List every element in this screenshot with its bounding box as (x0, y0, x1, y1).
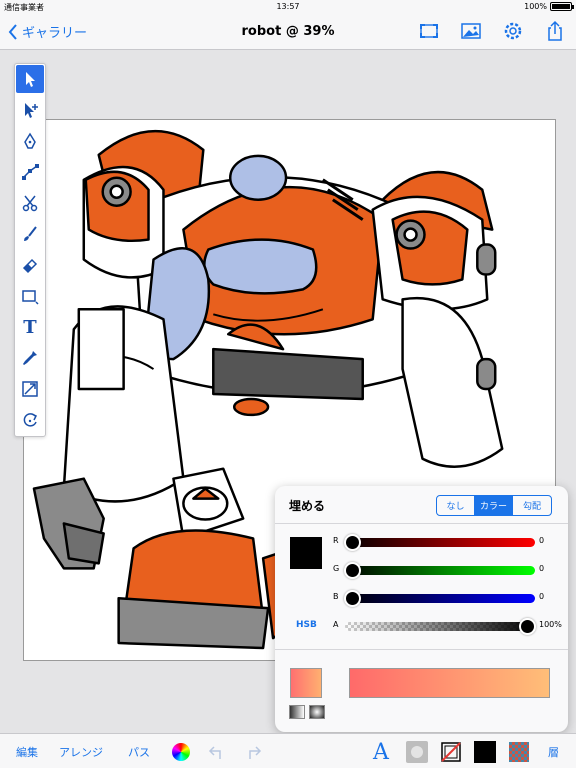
alpha-slider-track[interactable] (345, 622, 535, 631)
alpha-slider-value: 100% (539, 620, 562, 629)
red-slider-knob[interactable] (344, 534, 361, 551)
red-slider-track[interactable] (345, 538, 535, 547)
text-tool-glyph: T (23, 316, 37, 338)
arrange-menu-button[interactable]: アレンジ (59, 744, 103, 760)
radial-gradient-icon[interactable] (309, 705, 325, 719)
green-slider-knob[interactable] (344, 562, 361, 579)
green-slider[interactable]: G 0 (333, 562, 559, 579)
path-menu-button[interactable]: パス (128, 744, 150, 760)
battery-icon (550, 2, 574, 11)
fit-screen-icon[interactable] (418, 20, 440, 42)
fill-panel: 埋める なし カラー 勾配 R 0 G 0 B 0 A 100% HSB (275, 486, 568, 732)
back-button[interactable]: ギャラリー (8, 22, 87, 41)
redo-icon[interactable] (240, 739, 266, 765)
blue-slider-track[interactable] (345, 594, 535, 603)
linear-gradient-icon[interactable] (289, 705, 305, 719)
pen-icon[interactable] (16, 127, 44, 155)
undo-icon[interactable] (204, 739, 230, 765)
color-swatch[interactable] (290, 537, 322, 569)
red-slider[interactable]: R 0 (333, 534, 559, 551)
pattern-icon[interactable] (506, 739, 532, 765)
scissors-icon[interactable] (16, 189, 44, 217)
blue-slider-label: B (333, 592, 339, 601)
red-slider-label: R (333, 536, 339, 545)
fill-panel-title: 埋める (289, 499, 326, 513)
status-bar: 通信事業者 13:57 100% (0, 0, 576, 14)
edit-menu-button[interactable]: 編集 (16, 744, 38, 760)
navigation-bar: ギャラリー robot @ 39% (0, 14, 576, 50)
image-icon[interactable] (460, 20, 482, 42)
eyedropper-icon[interactable] (16, 344, 44, 372)
text-style-icon[interactable]: A (368, 739, 394, 765)
blue-slider-knob[interactable] (344, 590, 361, 607)
red-slider-value: 0 (539, 536, 545, 545)
layers-button[interactable]: 層 (548, 744, 559, 760)
hsb-mode-button[interactable]: HSB (296, 620, 317, 630)
fill-mode-segmented-control: なし カラー 勾配 (436, 495, 552, 516)
shape-rectangle-icon[interactable] (16, 282, 44, 310)
rotate-icon[interactable] (16, 406, 44, 434)
selection-arrow-icon[interactable] (16, 65, 44, 93)
fill-mode-gradient[interactable]: 勾配 (513, 496, 551, 515)
eraser-icon[interactable] (16, 251, 44, 279)
color-wheel-icon[interactable] (168, 739, 194, 765)
status-time: 13:57 (276, 2, 300, 11)
fill-panel-header: 埋める なし カラー 勾配 (275, 486, 568, 524)
blue-slider[interactable]: B 0 (333, 590, 559, 607)
panel-divider (275, 649, 568, 650)
green-slider-label: G (333, 564, 340, 573)
fill-mode-color[interactable]: カラー (475, 496, 513, 515)
alpha-slider[interactable]: A 100% (333, 618, 562, 635)
tool-palette: T (14, 63, 46, 437)
green-slider-track[interactable] (345, 566, 535, 575)
node-edit-icon[interactable] (16, 158, 44, 186)
brush-icon[interactable] (16, 220, 44, 248)
chevron-left-icon (8, 23, 17, 40)
share-icon[interactable] (544, 20, 566, 42)
direct-selection-icon[interactable] (16, 96, 44, 124)
battery-percent: 100% (524, 2, 547, 11)
fill-color-icon[interactable] (472, 739, 498, 765)
fill-mode-none[interactable]: なし (437, 496, 475, 515)
stroke-style-icon[interactable] (404, 739, 430, 765)
transform-icon[interactable] (16, 375, 44, 403)
gradient-preview-swatch[interactable] (290, 668, 322, 698)
blue-slider-value: 0 (539, 592, 545, 601)
text-tool-icon[interactable]: T (16, 313, 44, 341)
green-slider-value: 0 (539, 564, 545, 573)
bottom-toolbar: 編集 アレンジ パス A 層 (0, 733, 576, 768)
gradient-preview-bar[interactable] (349, 668, 550, 698)
stroke-color-icon[interactable] (438, 739, 464, 765)
alpha-slider-label: A (333, 620, 339, 629)
back-button-label: ギャラリー (22, 26, 88, 41)
gear-icon[interactable] (502, 20, 524, 42)
battery-group: 100% (524, 2, 574, 11)
alpha-slider-knob[interactable] (519, 618, 536, 635)
